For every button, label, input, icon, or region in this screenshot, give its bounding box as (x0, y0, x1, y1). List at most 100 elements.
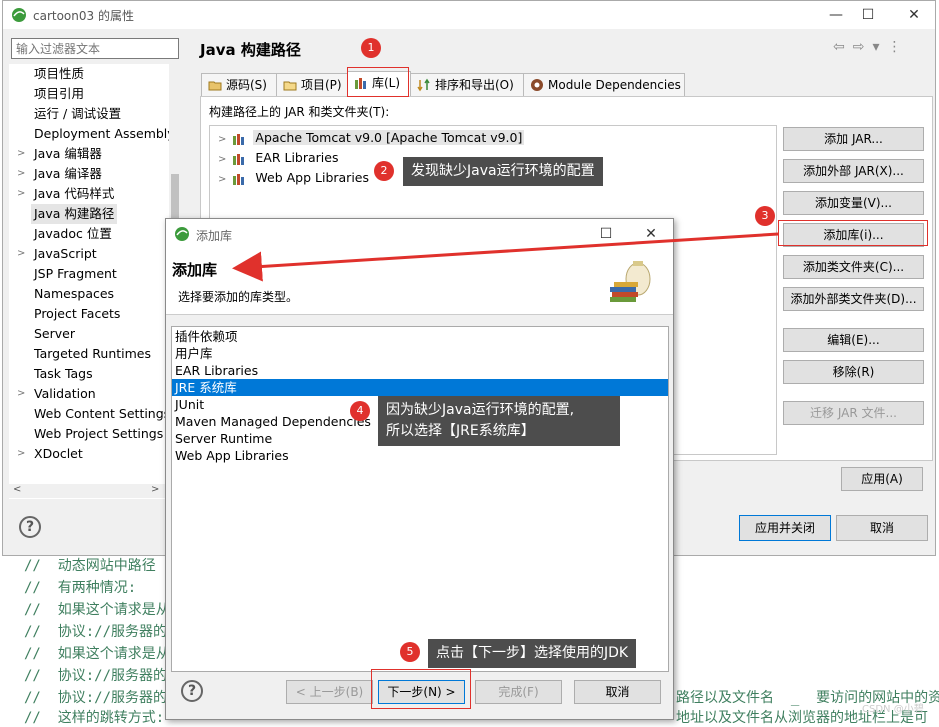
apply-and-close-button[interactable]: 应用并关闭 (739, 515, 831, 541)
add-external-jar-button[interactable]: 添加外部 JAR(X)... (783, 159, 924, 183)
code-line: // 协议://服务器的 (24, 624, 168, 640)
watermark: CSDN @小碧 (862, 704, 924, 715)
add-external-class-folder-button[interactable]: 添加外部类文件夹(D)... (783, 287, 924, 311)
list-item[interactable]: Web App Libraries (172, 447, 668, 464)
dialog-heading: 添加库 (172, 261, 218, 279)
back-icon[interactable]: ⇦ (833, 39, 853, 55)
dialog-cancel-button[interactable]: 取消 (574, 680, 661, 704)
close-button[interactable]: ✕ (636, 224, 666, 244)
list-item-jre-system-library[interactable]: JRE 系统库 (172, 379, 668, 396)
edit-button[interactable]: 编辑(E)... (783, 328, 924, 352)
scroll-right-icon[interactable]: > (151, 484, 159, 495)
source-folder-icon (208, 81, 222, 91)
module-icon (531, 79, 543, 91)
sidebar-item[interactable]: Targeted Runtimes (9, 344, 169, 364)
list-item[interactable]: EAR Libraries (172, 362, 668, 379)
tab-label: 项目(P) (301, 78, 342, 92)
scroll-left-icon[interactable]: < (13, 484, 21, 495)
help-icon[interactable]: ? (181, 680, 203, 702)
help-icon[interactable]: ? (19, 516, 41, 538)
migrate-jar-button[interactable]: 迁移 JAR 文件... (783, 401, 924, 425)
sidebar-item[interactable]: Task Tags (9, 364, 169, 384)
sidebar-item-label: Java 构建路径 (31, 204, 118, 224)
callout-missing-jre: 发现缺少Java运行环境的配置 (403, 157, 603, 186)
expand-arrow-icon[interactable]: > (218, 134, 226, 145)
sidebar-item[interactable]: > Validation (9, 384, 169, 404)
back-button[interactable]: < 上一步(B) (286, 680, 373, 704)
sidebar-item[interactable]: 运行 / 调试设置 (9, 104, 169, 124)
sidebar-item[interactable]: Javadoc 位置 (9, 224, 169, 244)
sidebar-item-label: Web Content Settings (34, 406, 171, 421)
library-icon (232, 152, 248, 166)
maximize-button[interactable]: ☐ (853, 5, 883, 25)
expand-arrow-icon[interactable]: > (17, 384, 25, 404)
tab-source[interactable]: 源码(S) (201, 73, 277, 97)
panel-label: 构建路径上的 JAR 和类文件夹(T): (209, 105, 390, 119)
sidebar-item-label: Web Project Settings (34, 426, 164, 441)
sidebar-item[interactable]: > Java 编译器 (9, 164, 169, 184)
step-badge-2: 2 (374, 161, 394, 181)
code-line: // 动态网站中路径 (24, 558, 156, 574)
library-item[interactable]: > Web App Libraries (218, 168, 371, 188)
maximize-button[interactable]: ☐ (591, 224, 621, 244)
overflow-menu-icon[interactable]: ⋮ (888, 39, 910, 55)
expand-arrow-icon[interactable]: > (17, 244, 25, 264)
sidebar-item[interactable]: Server (9, 324, 169, 344)
add-class-folder-button[interactable]: 添加类文件夹(C)... (783, 255, 924, 279)
list-item[interactable]: 插件依赖项 (172, 328, 668, 345)
sidebar-item-label: JavaScript (34, 246, 97, 261)
tab-order-export[interactable]: 排序和导出(O) (410, 73, 524, 97)
library-type-list: 插件依赖项 用户库 EAR Libraries JRE 系统库 JUnit Ma… (171, 326, 669, 672)
expand-arrow-icon[interactable]: > (218, 174, 226, 185)
library-wizard-icon (610, 261, 651, 302)
close-button[interactable]: ✕ (899, 5, 929, 25)
code-line: // 协议://服务器的 (24, 668, 168, 684)
expand-arrow-icon[interactable]: > (17, 184, 25, 204)
remove-button[interactable]: 移除(R) (783, 360, 924, 384)
window-title: cartoon03 的属性 (33, 9, 134, 23)
horizontal-scrollbar[interactable]: < > (9, 484, 169, 498)
list-item[interactable]: 用户库 (172, 345, 668, 362)
property-page-tree: 项目性质 项目引用 运行 / 调试设置 Deployment Assembly … (9, 64, 181, 499)
sidebar-item[interactable]: 项目性质 (9, 64, 169, 84)
sidebar-item[interactable]: Project Facets (9, 304, 169, 324)
filter-input[interactable] (11, 38, 179, 59)
eclipse-leaf-icon (12, 8, 26, 22)
library-item[interactable]: > EAR Libraries (218, 148, 340, 168)
library-item[interactable]: > Apache Tomcat v9.0 [Apache Tomcat v9.0] (218, 128, 525, 148)
sidebar-item[interactable]: Web Content Settings (9, 404, 171, 424)
sidebar-item-java-build-path[interactable]: Java 构建路径 (9, 204, 169, 224)
eclipse-leaf-icon (175, 227, 189, 241)
view-menu-icon[interactable]: ▾ (872, 39, 887, 55)
sidebar-item[interactable]: Deployment Assembly (9, 124, 175, 144)
minimize-button[interactable]: — (821, 5, 851, 25)
apply-button[interactable]: 应用(A) (841, 467, 923, 491)
cancel-button[interactable]: 取消 (836, 515, 928, 541)
expand-arrow-icon[interactable]: > (17, 144, 25, 164)
sidebar-item[interactable]: > XDoclet (9, 444, 169, 464)
forward-icon[interactable]: ⇨ (853, 39, 873, 55)
sidebar-item[interactable]: > Java 代码样式 (9, 184, 169, 204)
tab-projects[interactable]: 项目(P) (276, 73, 348, 97)
finish-button[interactable]: 完成(F) (475, 680, 562, 704)
page-title: Java 构建路径 (200, 41, 301, 59)
expand-arrow-icon[interactable]: > (17, 164, 25, 184)
add-jar-button[interactable]: 添加 JAR... (783, 127, 924, 151)
sidebar-item[interactable]: > Java 编辑器 (9, 144, 169, 164)
sidebar-item[interactable]: 项目引用 (9, 84, 169, 104)
sidebar-item[interactable]: > JavaScript (9, 244, 169, 264)
callout-line: 因为缺少Java运行环境的配置, (386, 402, 575, 418)
tab-module-dependencies[interactable]: Module Dependencies (523, 73, 685, 97)
expand-arrow-icon[interactable]: > (17, 444, 25, 464)
sidebar-item[interactable]: JSP Fragment (9, 264, 169, 284)
sidebar-item-label: JSP Fragment (34, 266, 117, 281)
sidebar-item-label: XDoclet (34, 446, 83, 461)
history-nav[interactable]: ⇦⇨▾⋮ (833, 39, 910, 55)
sidebar-item-label: Validation (34, 386, 96, 401)
dialog-header: 添加库 选择要添加的库类型。 (166, 249, 673, 315)
expand-arrow-icon[interactable]: > (218, 154, 226, 165)
library-icon (232, 132, 248, 146)
sidebar-item[interactable]: Namespaces (9, 284, 169, 304)
sidebar-item[interactable]: Web Project Settings (9, 424, 169, 444)
add-variable-button[interactable]: 添加变量(V)... (783, 191, 924, 215)
